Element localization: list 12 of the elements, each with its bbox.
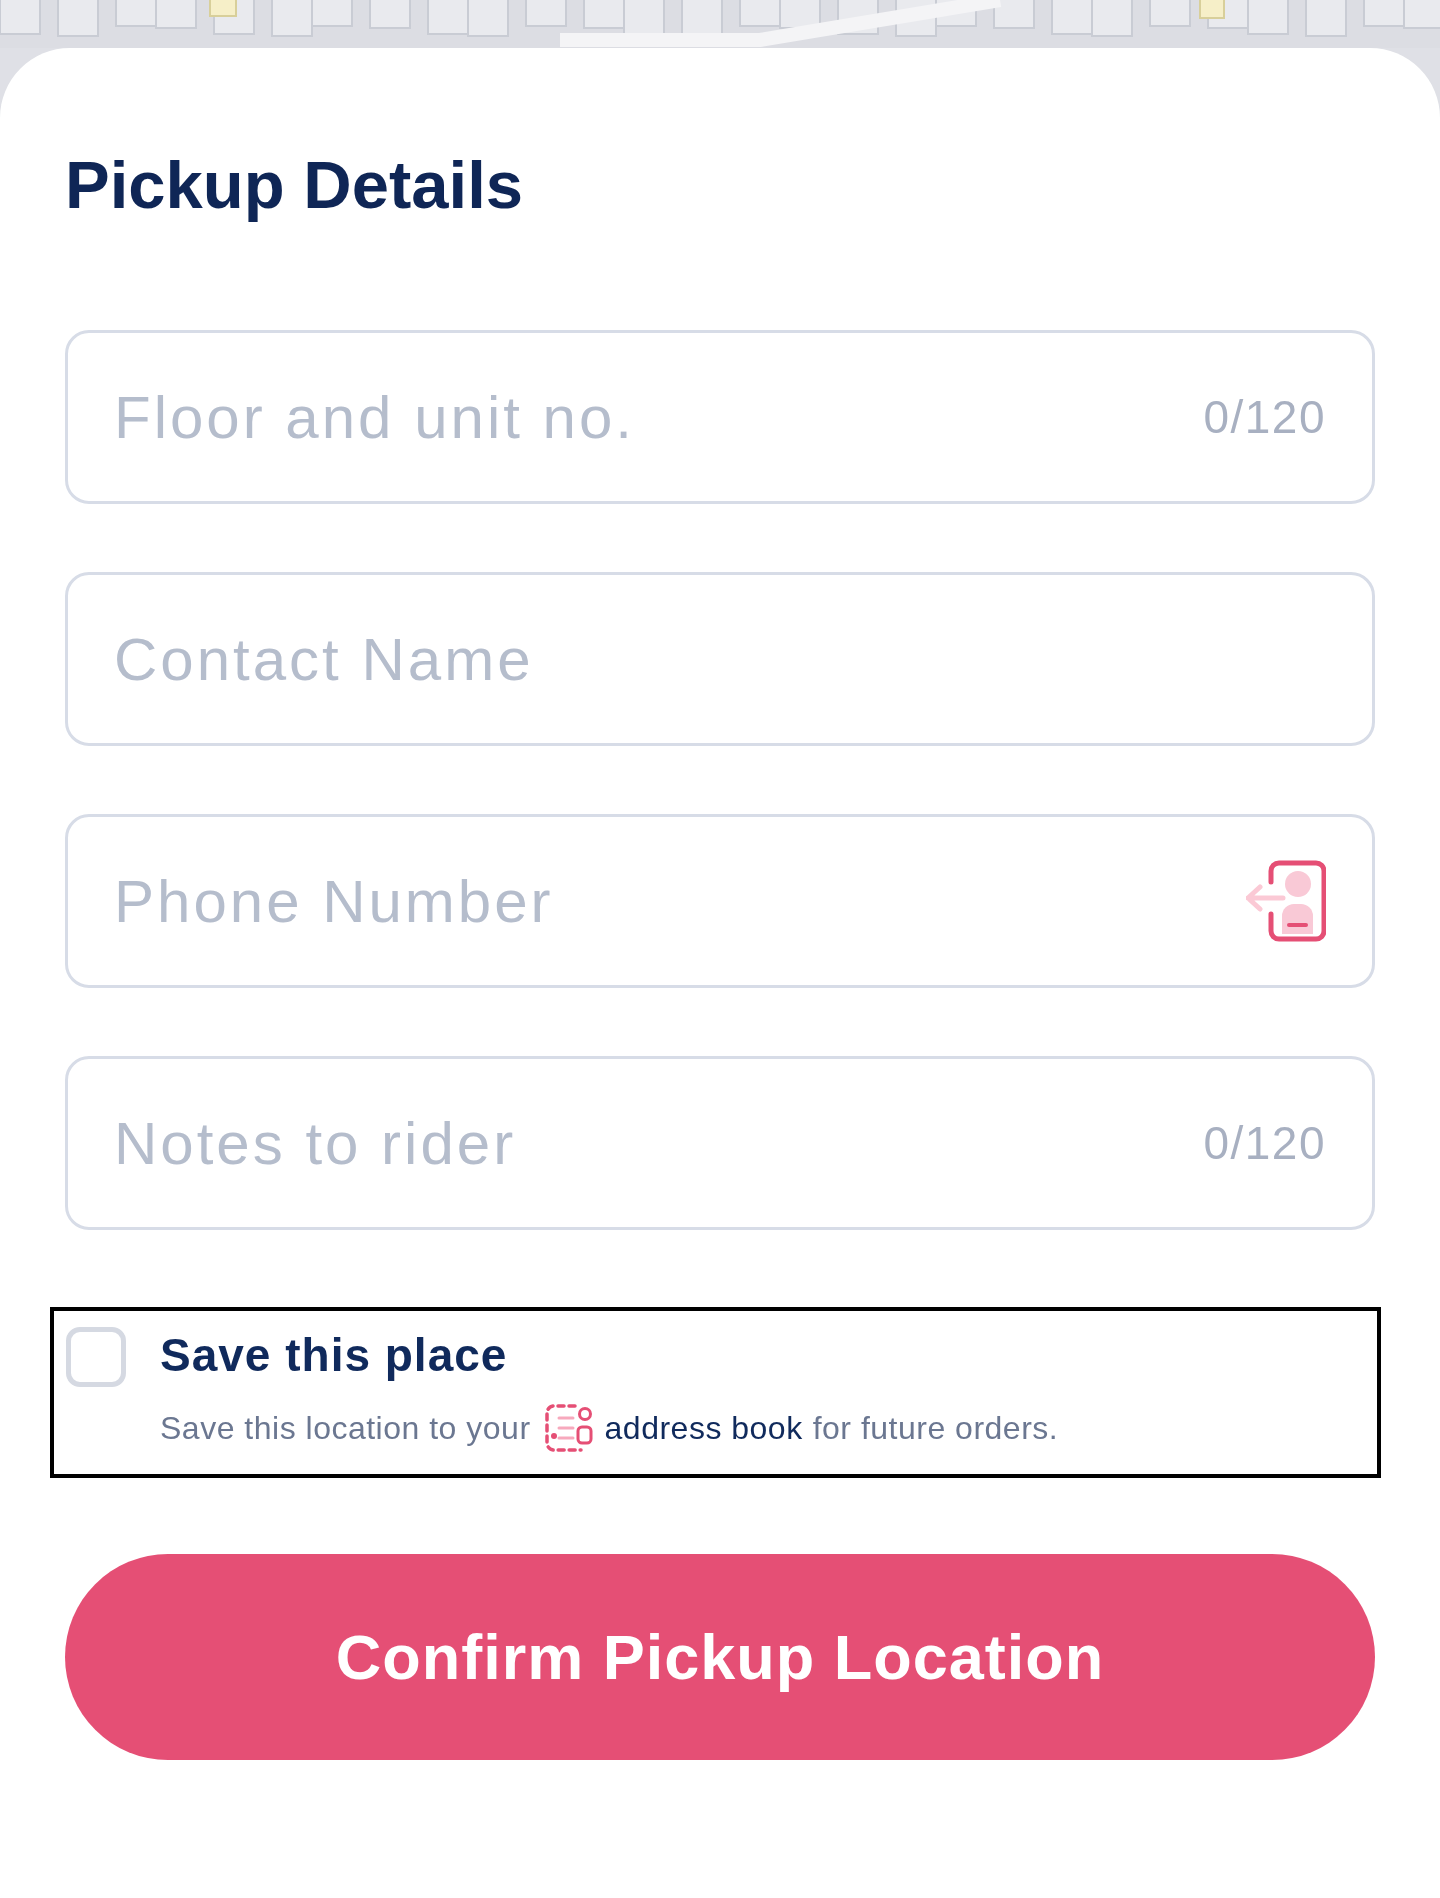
phone-contact-icon[interactable] <box>1246 860 1326 942</box>
page-title: Pickup Details <box>65 146 523 224</box>
input-field[interactable]: Phone Number <box>65 814 1375 988</box>
save-description: Save this location to your address book for future orders. <box>160 1402 1059 1454</box>
checkbox[interactable] <box>66 1327 126 1387</box>
address-book-icon <box>544 1402 593 1453</box>
character-counter: 0/120 <box>1203 390 1326 444</box>
confirm-button[interactable]: Confirm Pickup Location <box>65 1554 1375 1760</box>
address-book-link[interactable]: address book <box>604 1410 803 1446</box>
checkbox-label: Save this place <box>160 1328 508 1383</box>
input-field[interactable]: Contact Name <box>65 572 1375 746</box>
character-counter: 0/120 <box>1203 1116 1326 1170</box>
